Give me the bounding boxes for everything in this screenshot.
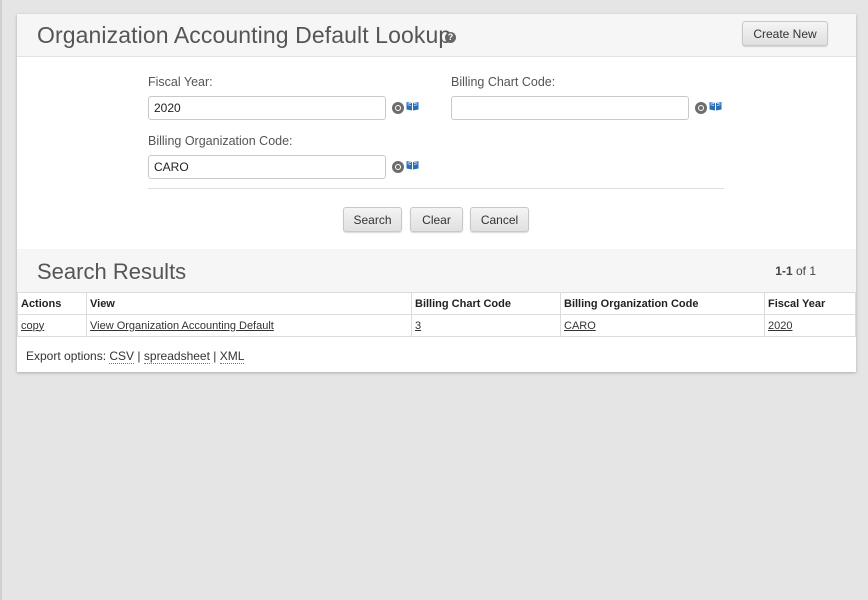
page-title: Organization Accounting Default Lookup <box>37 22 452 48</box>
export-separator: | <box>137 349 141 363</box>
column-header-actions[interactable]: Actions <box>17 292 87 315</box>
billing-chart-code-label: Billing Chart Code: <box>451 75 556 89</box>
pager-total: of 1 <box>795 264 816 278</box>
billing-org-code-label: Billing Organization Code: <box>148 134 293 148</box>
billing-chart-code-lookup <box>695 101 725 115</box>
results-table: Actions View Billing Chart Code Billing … <box>17 292 856 337</box>
results-title: Search Results <box>37 259 187 284</box>
results-header: Search Results 1-1 of 1 <box>17 249 856 292</box>
cell-org-code: CARO <box>560 314 765 337</box>
org-code-link[interactable]: CARO <box>564 320 596 332</box>
cell-fiscal-year: 2020 <box>764 314 856 337</box>
lookup-header: Organization Accounting Default Lookup ?… <box>17 14 856 57</box>
column-header-billing-org-code[interactable]: Billing Organization Code <box>560 292 765 315</box>
column-header-view[interactable]: View <box>86 292 412 315</box>
search-icon[interactable] <box>392 161 404 173</box>
export-label: Export options: <box>26 349 107 363</box>
billing-chart-code-input[interactable] <box>451 96 689 120</box>
export-separator: | <box>213 349 217 363</box>
cancel-button[interactable]: Cancel <box>470 207 529 232</box>
fiscal-year-input[interactable] <box>148 96 386 120</box>
window-edge <box>0 0 2 600</box>
create-new-button[interactable]: Create New <box>742 21 828 46</box>
question-circle-icon[interactable]: ? <box>445 32 456 43</box>
chart-code-link[interactable]: 3 <box>415 320 421 332</box>
search-icon[interactable] <box>392 102 404 114</box>
fiscal-year-label: Fiscal Year: <box>148 75 213 89</box>
lookup-panel: Organization Accounting Default Lookup ?… <box>17 14 856 372</box>
table-row: copy View Organization Accounting Defaul… <box>17 314 856 337</box>
search-button[interactable]: Search <box>343 207 402 232</box>
book-icon[interactable] <box>406 160 419 170</box>
column-header-billing-chart-code[interactable]: Billing Chart Code <box>411 292 561 315</box>
fiscal-year-link[interactable]: 2020 <box>768 320 792 332</box>
billing-org-code-lookup <box>392 160 422 174</box>
table-header-row: Actions View Billing Chart Code Billing … <box>17 292 856 315</box>
book-icon[interactable] <box>406 101 419 111</box>
cell-chart-code: 3 <box>411 314 561 337</box>
copy-link[interactable]: copy <box>21 320 44 332</box>
results-pager: 1-1 of 1 <box>775 264 816 278</box>
clear-button[interactable]: Clear <box>410 207 463 232</box>
search-icon[interactable] <box>695 102 707 114</box>
column-header-fiscal-year[interactable]: Fiscal Year <box>764 292 856 315</box>
pager-range: 1-1 <box>775 264 793 278</box>
export-options: Export options: CSV | spreadsheet | XML <box>26 349 245 364</box>
export-xml-link[interactable]: XML <box>219 349 245 364</box>
export-spreadsheet-link[interactable]: spreadsheet <box>143 349 210 364</box>
billing-org-code-input[interactable] <box>148 155 386 179</box>
fiscal-year-lookup <box>392 101 422 115</box>
cell-view: View Organization Accounting Default <box>86 314 412 337</box>
cell-action: copy <box>17 314 87 337</box>
book-icon[interactable] <box>709 101 722 111</box>
form-divider <box>148 188 724 189</box>
export-csv-link[interactable]: CSV <box>109 349 135 364</box>
view-link[interactable]: View Organization Accounting Default <box>90 320 274 332</box>
